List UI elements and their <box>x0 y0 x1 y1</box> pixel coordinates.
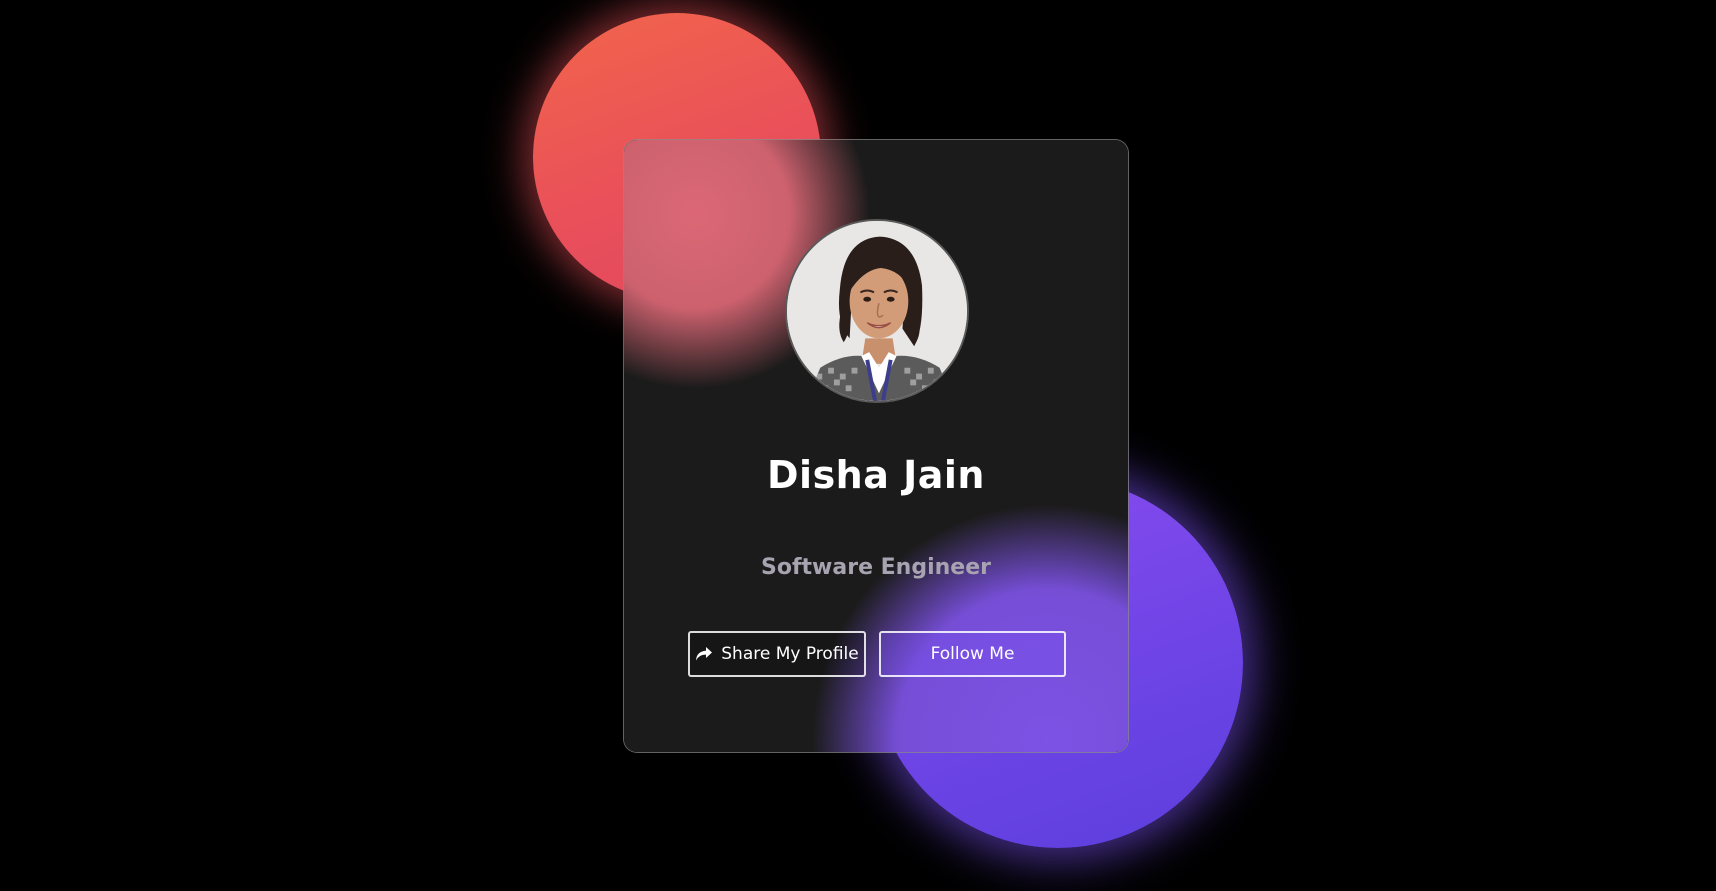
action-buttons: Share My Profile Follow Me <box>688 631 1066 677</box>
share-arrow-icon <box>695 646 713 662</box>
follow-button[interactable]: Follow Me <box>879 631 1066 677</box>
page-stage: Disha Jain Software Engineer Share My Pr… <box>0 0 1716 891</box>
profile-name: Disha Jain <box>767 453 985 497</box>
share-profile-label: Share My Profile <box>721 644 859 664</box>
avatar <box>785 219 969 403</box>
person-photo-icon <box>787 221 967 401</box>
share-profile-button[interactable]: Share My Profile <box>688 631 866 677</box>
profile-card: Disha Jain Software Engineer Share My Pr… <box>623 139 1129 753</box>
profile-role: Software Engineer <box>761 555 991 580</box>
follow-label: Follow Me <box>930 644 1015 664</box>
